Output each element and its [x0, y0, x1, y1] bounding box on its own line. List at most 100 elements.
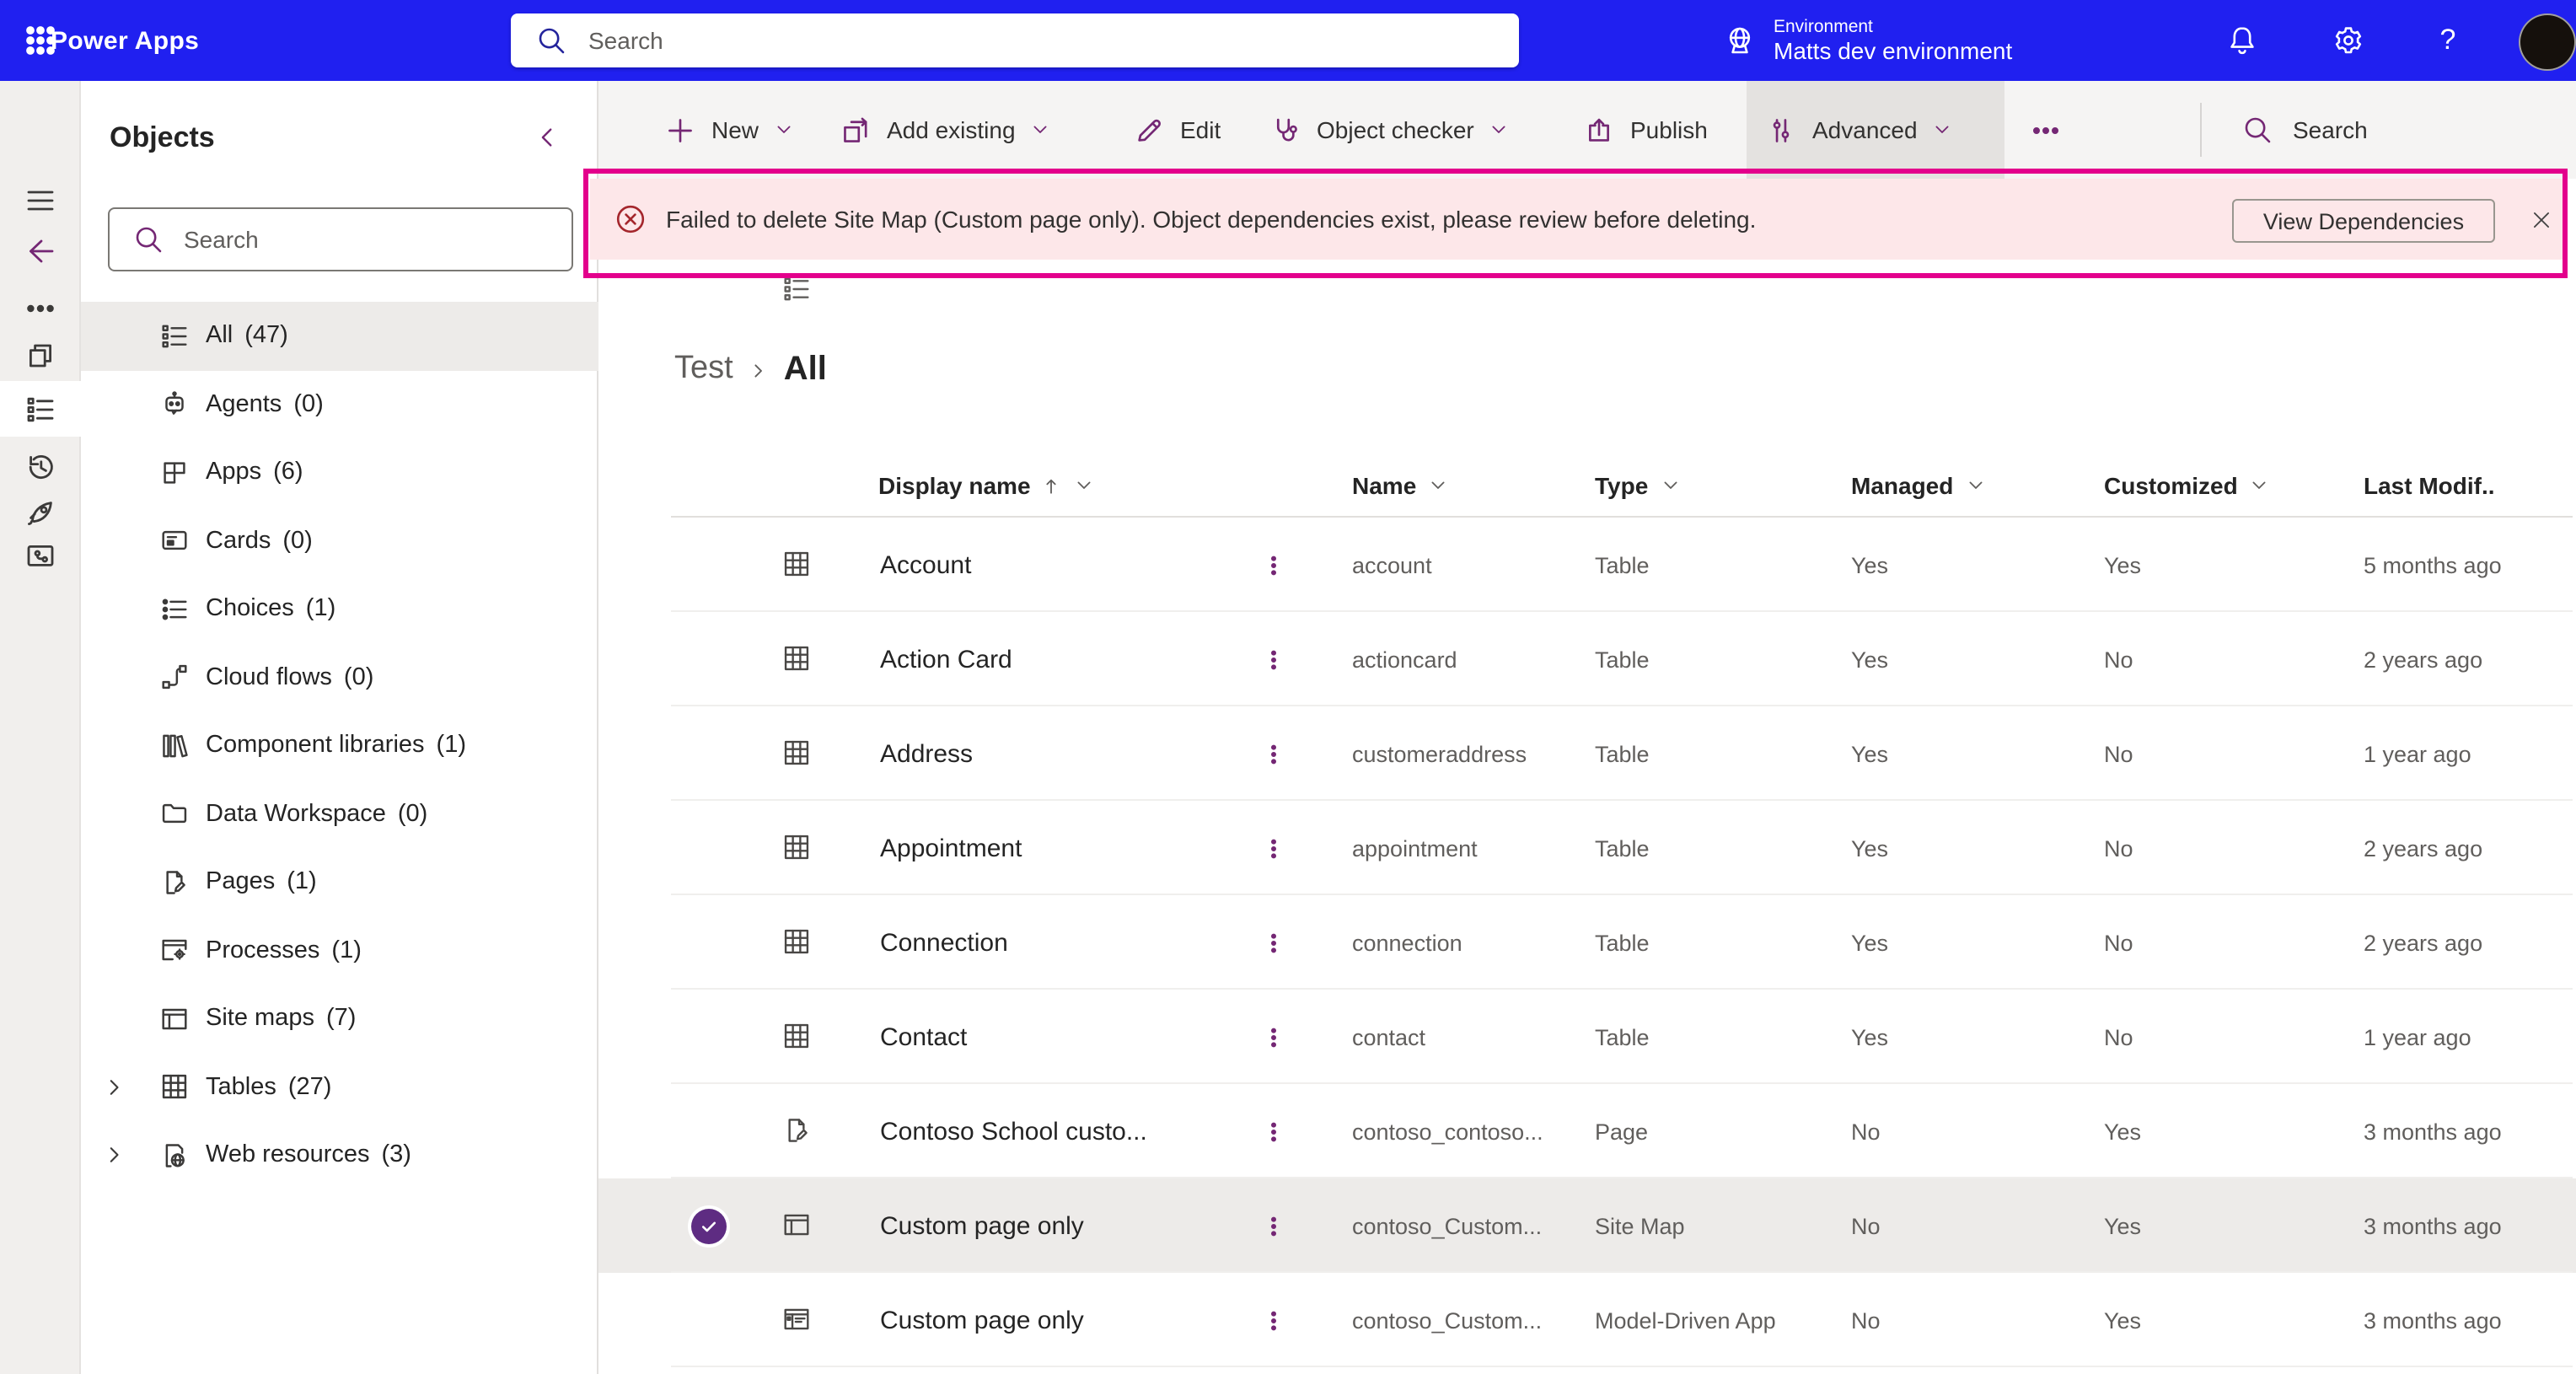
- cell-display-name[interactable]: Connection: [880, 895, 1008, 990]
- objects-tree: All (47) Agents (0) Apps (6) Cards (0) Choices (1…: [81, 302, 598, 1189]
- settings-button[interactable]: [2311, 0, 2385, 81]
- column-header-display-name[interactable]: Display name: [878, 455, 1095, 516]
- command-bar-search-button[interactable]: Search: [2222, 81, 2368, 179]
- sidebar-item-count: (0): [343, 663, 374, 691]
- row-selected-check[interactable]: [691, 1208, 727, 1243]
- objects-search-box[interactable]: [108, 207, 573, 271]
- sidebar-item-cards[interactable]: Cards (0): [81, 507, 598, 575]
- row-type-column-icon: [781, 273, 813, 305]
- row-more-menu-button[interactable]: [1259, 1273, 1286, 1367]
- cell-display-name[interactable]: Account: [880, 518, 971, 612]
- advanced-button[interactable]: Advanced: [1765, 81, 1953, 179]
- panel-title: Objects: [110, 121, 215, 153]
- view-dependencies-button[interactable]: View Dependencies: [2232, 199, 2495, 243]
- sidebar-item-site-maps[interactable]: Site maps (7): [81, 985, 598, 1053]
- global-search-input[interactable]: [585, 25, 1519, 56]
- chevron-down-icon: [2250, 475, 2270, 496]
- cell-display-name[interactable]: Custom page only: [880, 1178, 1084, 1273]
- cell-managed: No: [1851, 1119, 1881, 1144]
- column-header-type[interactable]: Type: [1595, 455, 1680, 516]
- chevron-right-icon[interactable]: [103, 1076, 126, 1099]
- left-nav-rail: [0, 81, 81, 1374]
- row-more-menu-button[interactable]: [1259, 895, 1286, 990]
- cell-display-name[interactable]: Custom page only: [880, 1273, 1084, 1367]
- notifications-button[interactable]: [2205, 0, 2279, 81]
- sidebar-item-pages[interactable]: Pages (1): [81, 848, 598, 916]
- column-header-managed[interactable]: Managed: [1851, 455, 1985, 516]
- sidebar-item-label: Tables (27): [206, 1073, 332, 1101]
- breadcrumb-parent[interactable]: Test: [674, 351, 733, 388]
- row-more-menu-button[interactable]: [1259, 706, 1286, 801]
- cell-display-name[interactable]: Appointment: [880, 801, 1022, 895]
- cell-display-name[interactable]: Action Card: [880, 612, 1012, 706]
- chevron-right-icon[interactable]: [103, 1144, 126, 1167]
- table-icon: [781, 642, 813, 674]
- table-icon: [781, 926, 813, 958]
- row-more-menu-button[interactable]: [1259, 990, 1286, 1084]
- cell-type: Table: [1595, 552, 1650, 577]
- table-row[interactable]: Connection connection Table Yes No 2 years ag…: [598, 895, 2576, 990]
- new-button[interactable]: New: [664, 81, 794, 179]
- breadcrumb-current: All: [783, 350, 827, 387]
- table-row[interactable]: Contact contact Table Yes No 1 year ago: [598, 990, 2576, 1084]
- row-more-menu-button[interactable]: [1259, 518, 1286, 612]
- objects-search-input[interactable]: [180, 224, 572, 255]
- cell-managed: Yes: [1851, 835, 1889, 861]
- page-edit-icon: [158, 867, 191, 899]
- column-header-customized[interactable]: Customized: [2104, 455, 2270, 516]
- sidebar-item-all[interactable]: All (47): [81, 302, 598, 370]
- rail-item-source-control[interactable]: [0, 528, 81, 585]
- table-row[interactable]: Contoso School custo... contoso_contoso..…: [598, 1084, 2576, 1178]
- column-header-name[interactable]: Name: [1352, 455, 1448, 516]
- cell-display-name[interactable]: Address: [880, 706, 973, 801]
- edit-button[interactable]: Edit: [1133, 81, 1221, 179]
- row-more-menu-button[interactable]: [1259, 1084, 1286, 1178]
- panel-collapse-button[interactable]: [533, 123, 561, 152]
- environment-picker[interactable]: Environment Matts dev environment: [1723, 0, 2012, 81]
- command-label: New: [711, 116, 759, 143]
- sidebar-item-tables[interactable]: Tables (27): [81, 1053, 598, 1121]
- sidebar-item-component-libraries[interactable]: Component libraries (1): [81, 711, 598, 780]
- objects-list-icon: [24, 392, 57, 426]
- sidebar-item-label: Data Workspace (0): [206, 800, 428, 828]
- column-header-last-modif[interactable]: Last Modif..: [2364, 455, 2495, 516]
- banner-close-button[interactable]: [2522, 201, 2559, 238]
- column-header-label: Name: [1352, 472, 1417, 499]
- more-commands-button[interactable]: [2030, 81, 2062, 179]
- rail-item-stack-pages[interactable]: [0, 327, 81, 384]
- rail-item-back-arrow[interactable]: [0, 223, 81, 280]
- table-row[interactable]: Action Card actioncard Table Yes No 2 years a…: [598, 612, 2576, 706]
- sidebar-item-cloud-flows[interactable]: Cloud flows (0): [81, 643, 598, 711]
- cell-display-name[interactable]: Contact: [880, 990, 967, 1084]
- object-checker-button[interactable]: Object checker: [1269, 81, 1510, 179]
- row-more-menu-button[interactable]: [1259, 1178, 1286, 1273]
- global-search-box[interactable]: [511, 13, 1519, 67]
- help-button[interactable]: ?: [2411, 0, 2485, 81]
- cell-display-name[interactable]: Contoso School custo...: [880, 1084, 1147, 1178]
- table-row[interactable]: Address customeraddress Table Yes No 1 year a…: [598, 706, 2576, 801]
- avatar[interactable]: [2519, 13, 2576, 71]
- add-existing-button[interactable]: Add existing: [840, 81, 1051, 179]
- table-row[interactable]: Account account Table Yes Yes 5 months ago: [598, 518, 2576, 612]
- chevron-down-icon: [1933, 120, 1953, 140]
- row-more-menu-button[interactable]: [1259, 801, 1286, 895]
- app-title: Power Apps: [51, 26, 200, 55]
- sidebar-item-web-resources[interactable]: Web resources (3): [81, 1121, 598, 1189]
- sidebar-item-apps[interactable]: Apps (6): [81, 438, 598, 507]
- rail-item-hamburger[interactable]: [0, 172, 81, 229]
- sidebar-item-choices[interactable]: Choices (1): [81, 575, 598, 643]
- cell-customized: Yes: [2104, 552, 2142, 577]
- sidebar-item-agents[interactable]: Agents (0): [81, 370, 598, 438]
- table-row[interactable]: Appointment appointment Table Yes No 2 years …: [598, 801, 2576, 895]
- sidebar-item-processes[interactable]: Processes (1): [81, 916, 598, 985]
- sidebar-item-data-workspace[interactable]: Data Workspace (0): [81, 780, 598, 848]
- cell-managed: Yes: [1851, 930, 1889, 955]
- publish-button[interactable]: Publish: [1583, 81, 1708, 179]
- table-row[interactable]: Custom page only contoso_Custom... Model-D…: [598, 1273, 2576, 1367]
- sidebar-item-count: (1): [331, 937, 362, 964]
- table-row[interactable]: Custom page only contoso_Custom... Site Ma…: [598, 1178, 2576, 1273]
- rail-item-objects-list[interactable]: [0, 381, 81, 437]
- row-more-menu-button[interactable]: [1259, 612, 1286, 706]
- help-icon: ?: [2439, 24, 2456, 56]
- web-resource-icon: [158, 1140, 191, 1172]
